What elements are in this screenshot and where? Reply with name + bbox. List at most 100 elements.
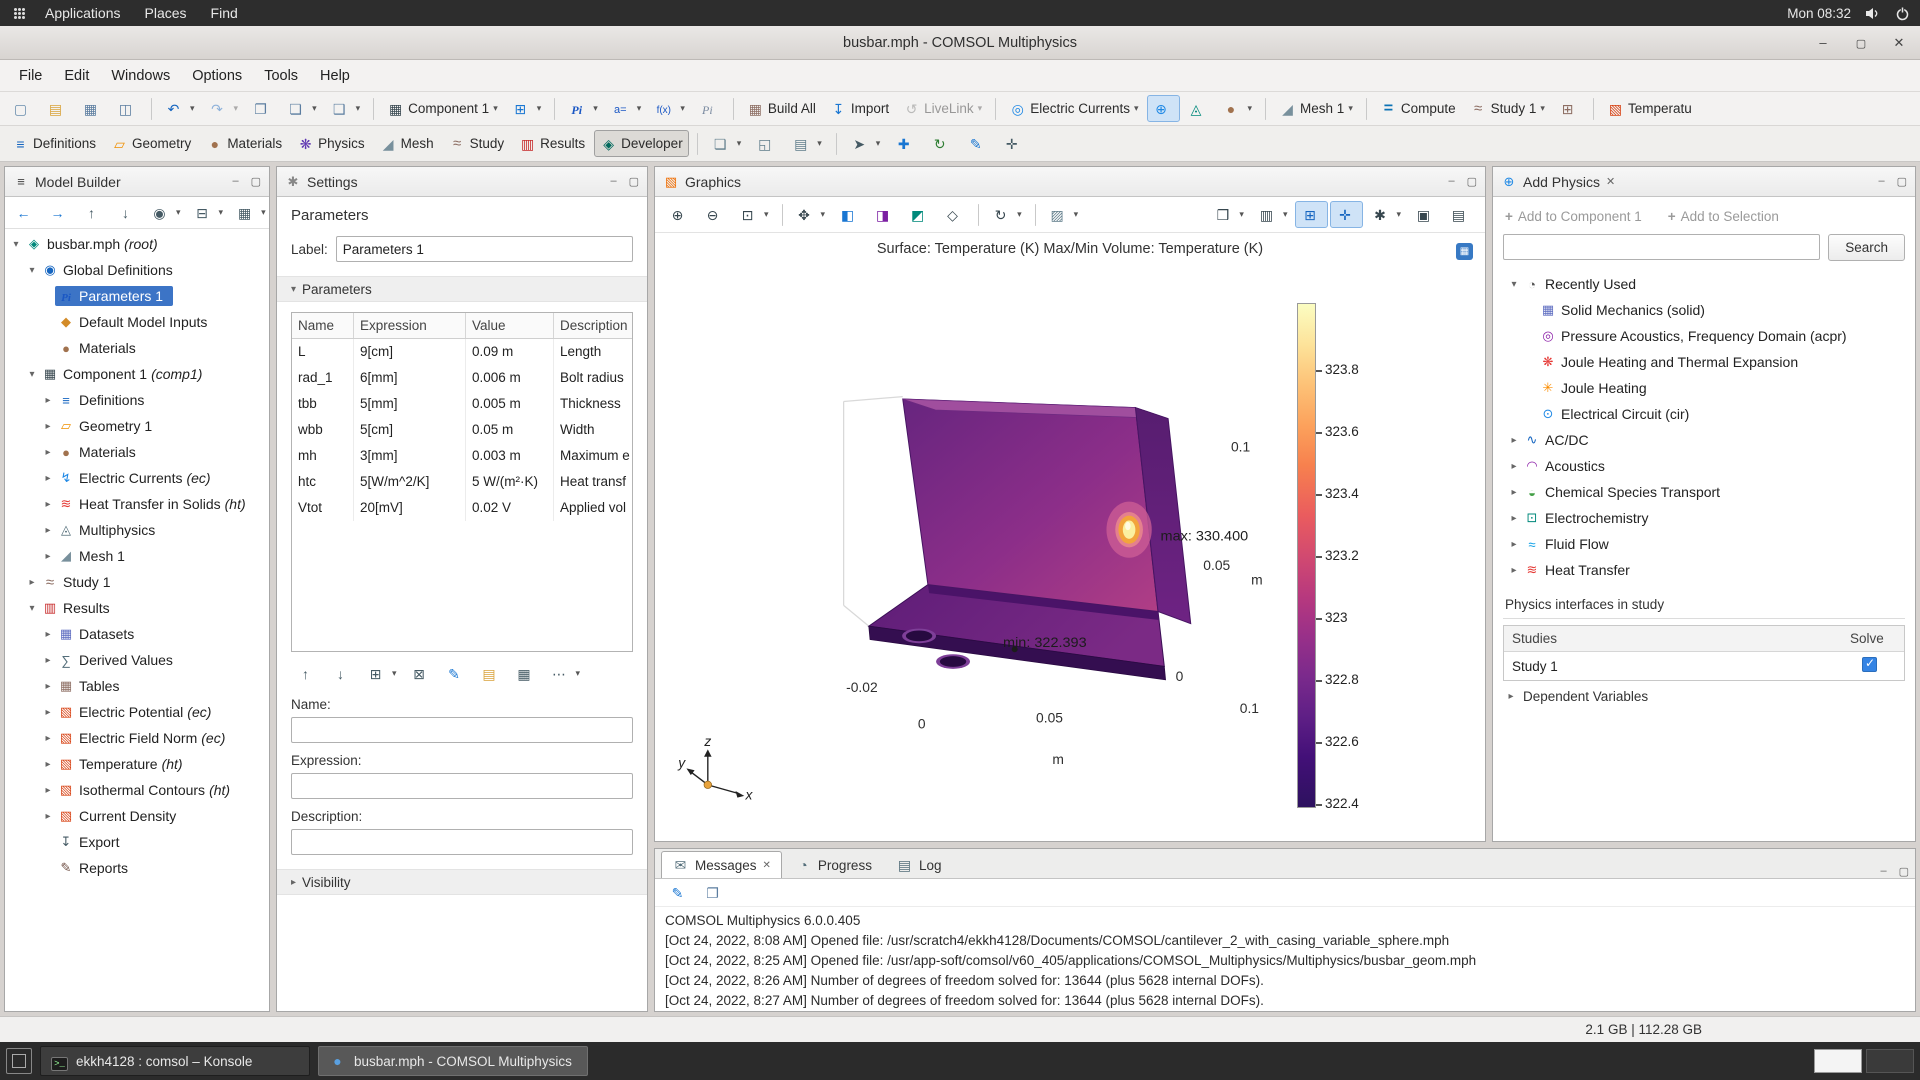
default-view-button[interactable]	[938, 201, 971, 228]
tree-item[interactable]: Heat Transfer in Solids (ht)	[5, 491, 269, 517]
messages-log[interactable]: COMSOL Multiphysics 6.0.0.405[Oct 24, 20…	[655, 907, 1915, 1011]
tree-item[interactable]: Results	[5, 595, 269, 621]
tree-item[interactable]: Export	[5, 829, 269, 855]
param-insert-button[interactable]	[361, 660, 403, 687]
toolbar-item[interactable]	[995, 98, 996, 120]
physics-search-input[interactable]	[1503, 234, 1820, 260]
expander-icon[interactable]	[41, 707, 55, 718]
expander-icon[interactable]	[41, 473, 55, 484]
add-selection-button[interactable]	[889, 130, 922, 157]
parameters-section-header[interactable]: ▾ Parameters	[277, 276, 647, 302]
collapse-all-button[interactable]	[188, 199, 230, 226]
physics-select[interactable]: Electric Currents	[1003, 95, 1144, 122]
tree-item[interactable]: Isothermal Contours (ht)	[5, 777, 269, 803]
close-icon[interactable]	[1888, 35, 1910, 51]
param-edit-button[interactable]	[440, 660, 473, 687]
add-component-button[interactable]	[506, 95, 548, 122]
toolbar-item[interactable]	[733, 98, 734, 120]
physics-tree-item[interactable]: Chemical Species Transport	[1503, 479, 1905, 505]
show-desktop-icon[interactable]	[6, 1048, 32, 1074]
tree-item[interactable]: Electric Field Norm (ec)	[5, 725, 269, 751]
plot-badge-icon[interactable]	[1456, 243, 1473, 260]
messages-tab[interactable]: Log	[885, 851, 953, 878]
parameters-table[interactable]: Name Expression Value Description L 9[cm…	[291, 312, 633, 652]
physics-tree-item[interactable]: Joule Heating and Thermal Expansion	[1503, 349, 1905, 375]
print-button[interactable]	[1444, 201, 1477, 228]
parameters-button[interactable]	[562, 95, 604, 122]
tree-item[interactable]: Default Model Inputs	[5, 309, 269, 335]
expander-icon[interactable]	[41, 629, 55, 640]
visibility-section-header[interactable]: ▸ Visibility	[277, 869, 647, 895]
expander-icon[interactable]	[25, 265, 39, 276]
ribbon-item[interactable]	[697, 133, 698, 155]
toolbar-item[interactable]	[151, 98, 152, 120]
redo-button[interactable]	[203, 95, 245, 122]
refresh-button[interactable]	[925, 130, 958, 157]
messages-tab[interactable]: Messages	[661, 851, 782, 878]
import-button[interactable]: Import	[824, 95, 895, 122]
menu-item[interactable]: Options	[181, 60, 253, 92]
model-builder-menu-icon[interactable]	[13, 174, 29, 189]
parameter-row[interactable]: rad_1 6[mm] 0.006 m Bolt radius	[292, 365, 632, 391]
volume-icon[interactable]	[1865, 7, 1881, 20]
expander-icon[interactable]	[1507, 539, 1521, 550]
messages-copy-button[interactable]	[698, 879, 731, 906]
move-down-button[interactable]	[111, 199, 144, 226]
graphics-canvas[interactable]: Surface: Temperature (K) Max/Min Volume:…	[655, 233, 1485, 841]
show-options-button[interactable]	[145, 199, 187, 226]
reset-desktop-button[interactable]	[750, 130, 783, 157]
plot-select[interactable]: Temperatu	[1601, 95, 1698, 122]
solve-checkbox[interactable]	[1862, 657, 1877, 672]
ribbon-physics[interactable]: Physics	[291, 130, 371, 157]
edit-button[interactable]	[961, 130, 994, 157]
toolbar-item[interactable]	[554, 98, 555, 120]
parameter-row[interactable]: wbb 5[cm] 0.05 m Width	[292, 417, 632, 443]
physics-tree-item[interactable]: Fluid Flow	[1503, 531, 1905, 557]
applications-grid-icon[interactable]	[14, 8, 17, 11]
study-row[interactable]: Study 1	[1504, 652, 1904, 680]
expander-icon[interactable]	[25, 603, 39, 614]
documentation-button[interactable]	[786, 130, 828, 157]
tree-item[interactable]: Derived Values	[5, 647, 269, 673]
panel-maximize-icon[interactable]	[1467, 175, 1477, 188]
parameter-row[interactable]: mh 3[mm] 0.003 m Maximum e	[292, 443, 632, 469]
menu-item[interactable]: Help	[309, 60, 361, 92]
ribbon-study[interactable]: Study	[443, 130, 511, 157]
expander-icon[interactable]	[25, 577, 39, 588]
physics-tree-item[interactable]: Solid Mechanics (solid)	[1503, 297, 1905, 323]
expander-icon[interactable]	[1505, 691, 1517, 702]
compare-button[interactable]	[111, 95, 144, 122]
maximize-icon[interactable]	[1850, 35, 1872, 51]
scene-settings-button[interactable]	[1365, 201, 1407, 228]
panel-minimize-icon[interactable]	[232, 175, 238, 188]
toolbar-item[interactable]	[1593, 98, 1594, 120]
ribbon-results[interactable]: Results	[513, 130, 591, 157]
physics-tree-item[interactable]: Pressure Acoustics, Frequency Domain (ac…	[1503, 323, 1905, 349]
search-button[interactable]: Search	[1828, 234, 1905, 261]
selection-button[interactable]	[845, 130, 887, 157]
panel-maximize-icon[interactable]	[251, 175, 261, 188]
duplicate-button[interactable]	[325, 95, 367, 122]
panel-maximize-icon[interactable]	[629, 175, 639, 188]
parameter-row[interactable]: L 9[cm] 0.09 m Length	[292, 339, 632, 365]
add-to-selection-button[interactable]: Add to Selection	[1668, 209, 1779, 224]
show-grid-toggle[interactable]	[1295, 201, 1328, 228]
workspace-pager[interactable]	[1814, 1049, 1914, 1073]
open-file-button[interactable]	[41, 95, 74, 122]
tree-item[interactable]: Component 1 (comp1)	[5, 361, 269, 387]
expander-icon[interactable]	[41, 421, 55, 432]
view-xy-button[interactable]	[833, 201, 866, 228]
tree-item[interactable]: Materials	[5, 335, 269, 361]
compute-button[interactable]: Compute	[1374, 95, 1462, 122]
label-input[interactable]	[336, 236, 633, 262]
toolbar-item[interactable]	[978, 204, 979, 226]
functions-button[interactable]	[649, 95, 691, 122]
panel-minimize-icon[interactable]	[1448, 175, 1454, 188]
ribbon-item[interactable]	[836, 133, 837, 155]
expander-icon[interactable]	[41, 681, 55, 692]
expander-icon[interactable]	[41, 525, 55, 536]
move-up-button[interactable]	[77, 199, 110, 226]
expander-icon[interactable]	[25, 369, 39, 380]
expander-icon[interactable]	[41, 655, 55, 666]
panel-maximize-icon[interactable]	[1899, 865, 1909, 878]
